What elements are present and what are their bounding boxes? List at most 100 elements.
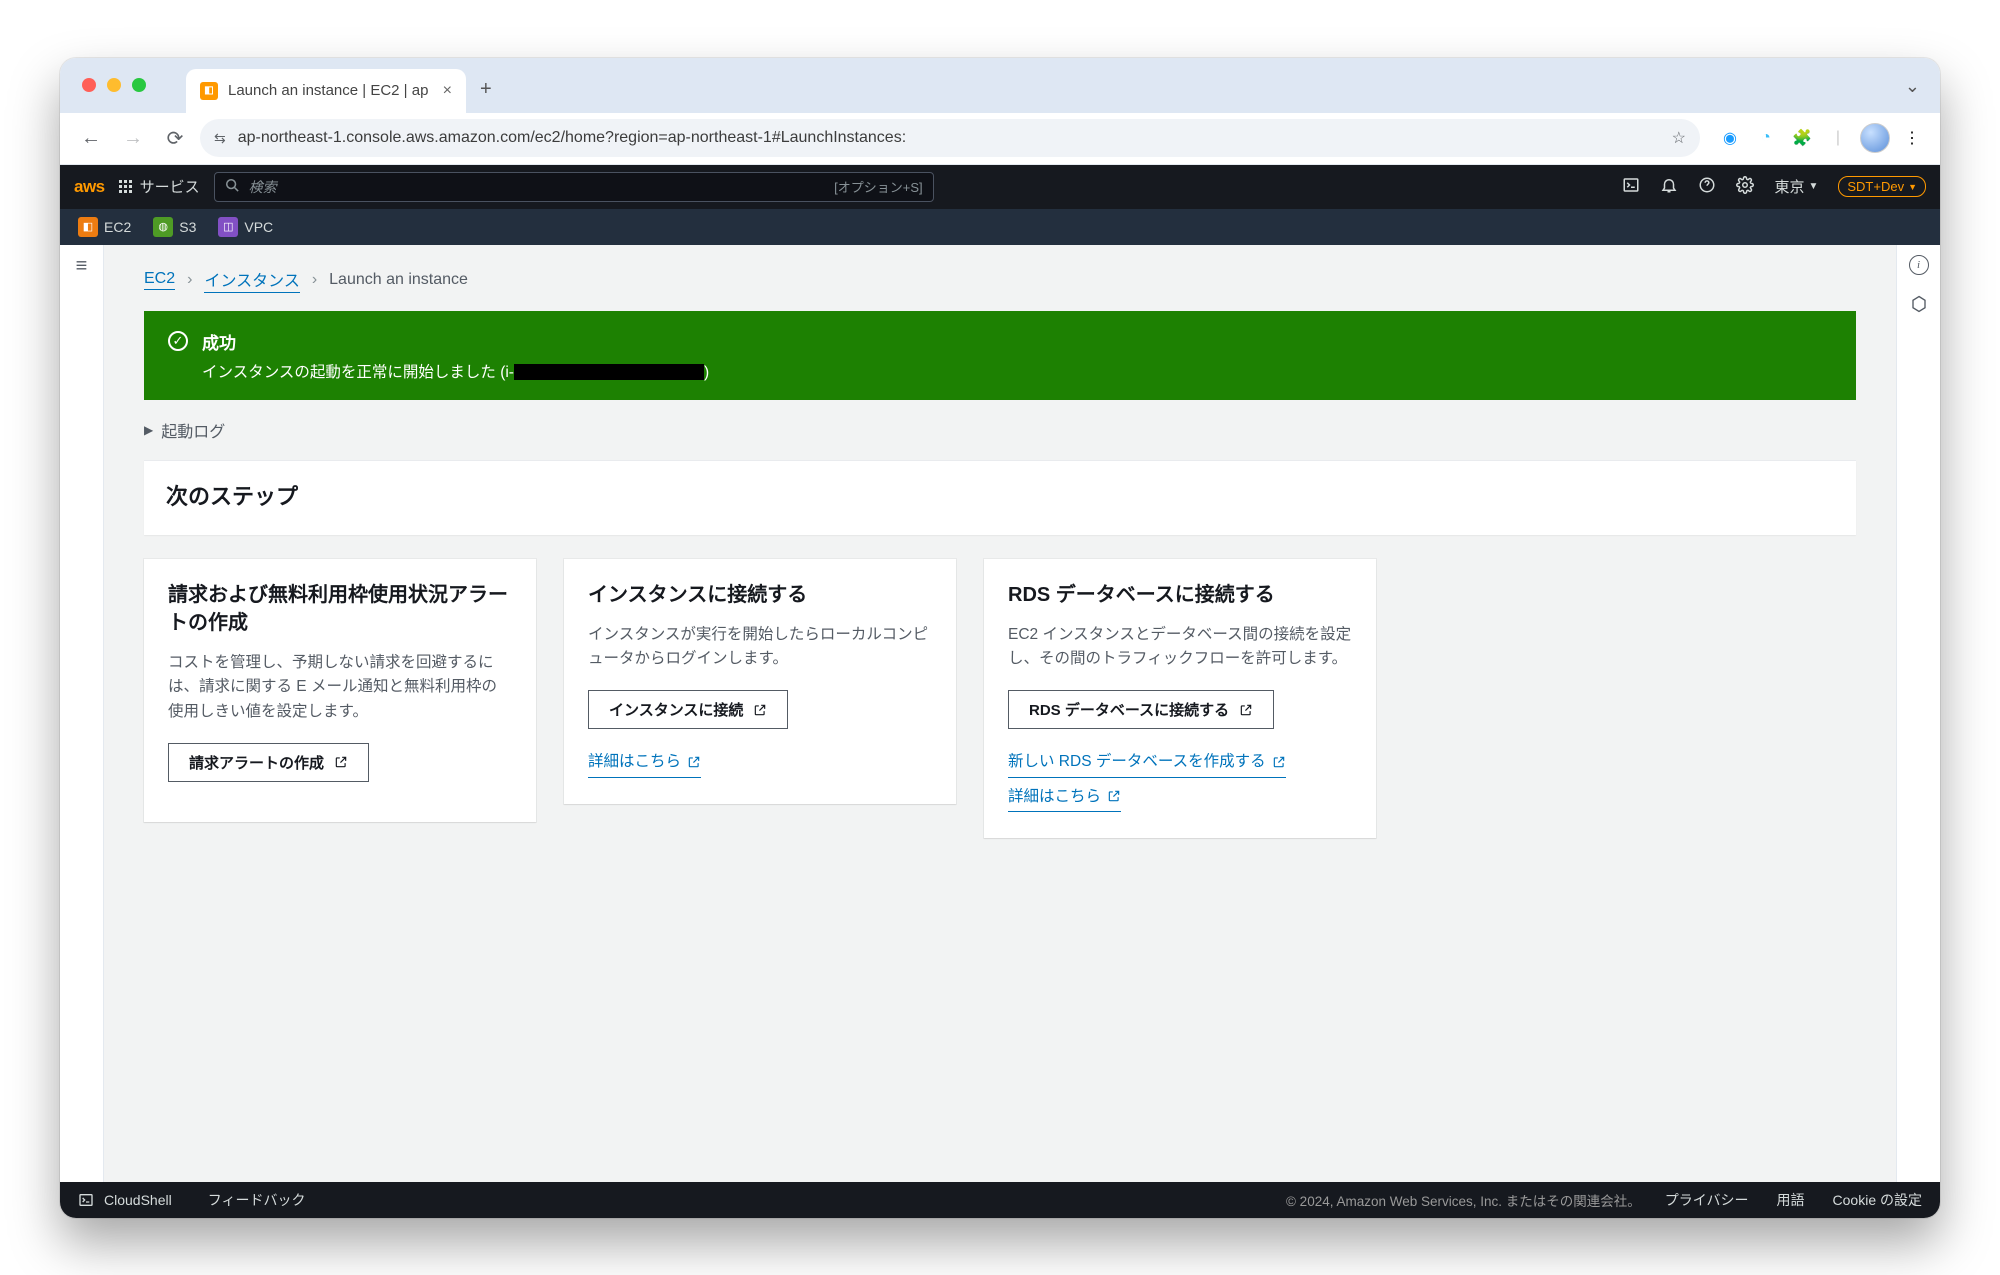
next-steps-panel: 次のステップ bbox=[144, 460, 1856, 535]
fav-label: EC2 bbox=[104, 219, 131, 235]
divider: | bbox=[1824, 124, 1852, 152]
service-favorites-bar: ◧ EC2 ◍ S3 ◫ VPC bbox=[60, 209, 1940, 245]
privacy-link[interactable]: プライバシー bbox=[1665, 1190, 1749, 1210]
launch-log-toggle[interactable]: ▶ 起動ログ bbox=[144, 400, 1856, 460]
triangle-right-icon: ▶ bbox=[144, 423, 153, 437]
hex-icon[interactable] bbox=[1910, 295, 1928, 313]
notifications-bell-icon[interactable] bbox=[1660, 176, 1678, 198]
external-link-icon bbox=[1107, 789, 1121, 803]
next-steps-cards: 請求および無料利用枠使用状況アラートの作成 コストを管理し、予期しない請求を回避… bbox=[144, 559, 1856, 838]
site-settings-icon[interactable]: ⇆ bbox=[214, 130, 226, 147]
breadcrumb: EC2 › インスタンス › Launch an instance bbox=[144, 267, 1856, 293]
profile-avatar[interactable] bbox=[1860, 123, 1890, 153]
settings-gear-icon[interactable] bbox=[1736, 176, 1754, 198]
browser-tab[interactable]: ◧ Launch an instance | EC2 | ap × bbox=[186, 69, 466, 113]
external-link-icon bbox=[753, 703, 767, 717]
instance-id-redacted bbox=[514, 364, 704, 380]
alert-message: インスタンスの起動を正常に開始しました (i-) bbox=[202, 360, 709, 382]
bookmark-star-icon[interactable]: ☆ bbox=[1672, 128, 1686, 148]
card-title: インスタンスに接続する bbox=[588, 581, 932, 609]
window-minimize-icon[interactable] bbox=[107, 78, 121, 92]
global-search-input[interactable]: 検索 [オプション+S] bbox=[214, 172, 934, 202]
services-menu-button[interactable]: サービス bbox=[119, 176, 200, 197]
external-link-icon bbox=[1239, 703, 1253, 717]
terms-link[interactable]: 用語 bbox=[1777, 1190, 1805, 1210]
help-icon[interactable] bbox=[1698, 176, 1716, 198]
breadcrumb-instances[interactable]: インスタンス bbox=[204, 267, 299, 293]
new-tab-button[interactable]: + bbox=[480, 78, 492, 101]
tab-title: Launch an instance | EC2 | ap bbox=[228, 82, 428, 99]
chevron-right-icon: › bbox=[312, 271, 317, 289]
favorite-s3[interactable]: ◍ S3 bbox=[145, 213, 204, 241]
favicon-icon: ◧ bbox=[200, 82, 218, 100]
traffic-lights bbox=[82, 78, 146, 92]
card-connect-instance: インスタンスに接続する インスタンスが実行を開始したらローカルコンピュータからロ… bbox=[564, 559, 956, 804]
card-title: RDS データベースに接続する bbox=[1008, 581, 1352, 609]
breadcrumb-root[interactable]: EC2 bbox=[144, 270, 175, 290]
tab-close-icon[interactable]: × bbox=[443, 82, 452, 100]
chevron-down-icon: ▼ bbox=[1808, 181, 1818, 192]
breadcrumb-current: Launch an instance bbox=[329, 271, 468, 289]
search-icon bbox=[225, 178, 239, 195]
external-link-icon bbox=[1272, 755, 1286, 769]
region-selector[interactable]: 東京 ▼ bbox=[1774, 176, 1818, 197]
services-grid-icon bbox=[119, 180, 132, 193]
fav-label: S3 bbox=[179, 219, 196, 235]
side-nav-collapsed: ≡ bbox=[60, 245, 104, 1182]
chevron-down-icon[interactable]: ⌄ bbox=[1905, 76, 1920, 97]
favorite-vpc[interactable]: ◫ VPC bbox=[210, 213, 281, 241]
launch-log-label: 起動ログ bbox=[161, 418, 225, 442]
card-billing-alert: 請求および無料利用枠使用状況アラートの作成 コストを管理し、予期しない請求を回避… bbox=[144, 559, 536, 822]
alert-title: 成功 bbox=[202, 329, 709, 354]
services-label: サービス bbox=[140, 176, 200, 197]
learn-more-link[interactable]: 詳細はこちら bbox=[588, 747, 701, 777]
connect-rds-button[interactable]: RDS データベースに接続する bbox=[1008, 690, 1274, 729]
search-shortcut: [オプション+S] bbox=[834, 177, 923, 196]
ec2-icon: ◧ bbox=[78, 217, 98, 237]
hamburger-menu-icon[interactable]: ≡ bbox=[76, 255, 88, 1182]
nav-back-icon[interactable]: ← bbox=[74, 121, 108, 155]
card-desc: コストを管理し、予期しない請求を回避するには、請求に関する E メール通知と無料… bbox=[168, 651, 512, 725]
browser-window: ◧ Launch an instance | EC2 | ap × + ⌄ ← … bbox=[60, 58, 1940, 1218]
nav-forward-icon[interactable]: → bbox=[116, 121, 150, 155]
search-placeholder: 検索 bbox=[249, 177, 277, 197]
extensions-puzzle-icon[interactable]: 🧩 bbox=[1788, 124, 1816, 152]
fav-label: VPC bbox=[244, 219, 273, 235]
create-new-rds-link[interactable]: 新しい RDS データベースを作成する bbox=[1008, 747, 1286, 777]
browser-tab-strip: ◧ Launch an instance | EC2 | ap × + ⌄ bbox=[60, 58, 1940, 113]
check-circle-icon bbox=[168, 331, 188, 351]
card-connect-rds: RDS データベースに接続する EC2 インスタンスとデータベース間の接続を設定… bbox=[984, 559, 1376, 838]
vpc-icon: ◫ bbox=[218, 217, 238, 237]
browser-menu-icon[interactable]: ⋮ bbox=[1898, 124, 1926, 152]
s3-icon: ◍ bbox=[153, 217, 173, 237]
account-selector[interactable]: SDT+Dev ▼ bbox=[1838, 176, 1926, 197]
cloudshell-link[interactable]: CloudShell bbox=[104, 1192, 172, 1208]
favorite-ec2[interactable]: ◧ EC2 bbox=[70, 213, 139, 241]
account-label: SDT+Dev bbox=[1847, 179, 1904, 194]
copyright-text: © 2024, Amazon Web Services, Inc. またはその関… bbox=[1286, 1190, 1641, 1210]
cloudshell-icon[interactable] bbox=[78, 1192, 94, 1208]
info-icon[interactable]: i bbox=[1909, 255, 1929, 275]
learn-more-rds-link[interactable]: 詳細はこちら bbox=[1008, 782, 1121, 812]
aws-global-header: aws サービス 検索 [オプション+S] bbox=[60, 165, 1940, 209]
feedback-link[interactable]: フィードバック bbox=[208, 1190, 306, 1210]
cloudshell-icon[interactable] bbox=[1622, 176, 1640, 198]
extension-icon[interactable]: ◉ bbox=[1716, 124, 1744, 152]
extension-icon[interactable]: ◔ bbox=[1752, 124, 1780, 152]
aws-logo-icon[interactable]: aws bbox=[74, 177, 105, 197]
connect-to-instance-button[interactable]: インスタンスに接続 bbox=[588, 690, 788, 729]
cookie-settings-link[interactable]: Cookie の設定 bbox=[1833, 1190, 1922, 1210]
url-text: ap-northeast-1.console.aws.amazon.com/ec… bbox=[238, 129, 906, 147]
right-help-rail: i bbox=[1896, 245, 1940, 1182]
external-link-icon bbox=[687, 755, 701, 769]
url-bar[interactable]: ⇆ ap-northeast-1.console.aws.amazon.com/… bbox=[200, 119, 1700, 157]
nav-reload-icon[interactable]: ⟳ bbox=[158, 121, 192, 155]
card-desc: EC2 インスタンスとデータベース間の接続を設定し、その間のトラフィックフローを… bbox=[1008, 623, 1352, 673]
card-title: 請求および無料利用枠使用状況アラートの作成 bbox=[168, 581, 512, 637]
create-billing-alert-button[interactable]: 請求アラートの作成 bbox=[168, 743, 369, 782]
chevron-right-icon: › bbox=[187, 271, 192, 289]
card-desc: インスタンスが実行を開始したらローカルコンピュータからログインします。 bbox=[588, 623, 932, 673]
main-content: EC2 › インスタンス › Launch an instance 成功 インス… bbox=[104, 245, 1896, 1182]
window-zoom-icon[interactable] bbox=[132, 78, 146, 92]
window-close-icon[interactable] bbox=[82, 78, 96, 92]
